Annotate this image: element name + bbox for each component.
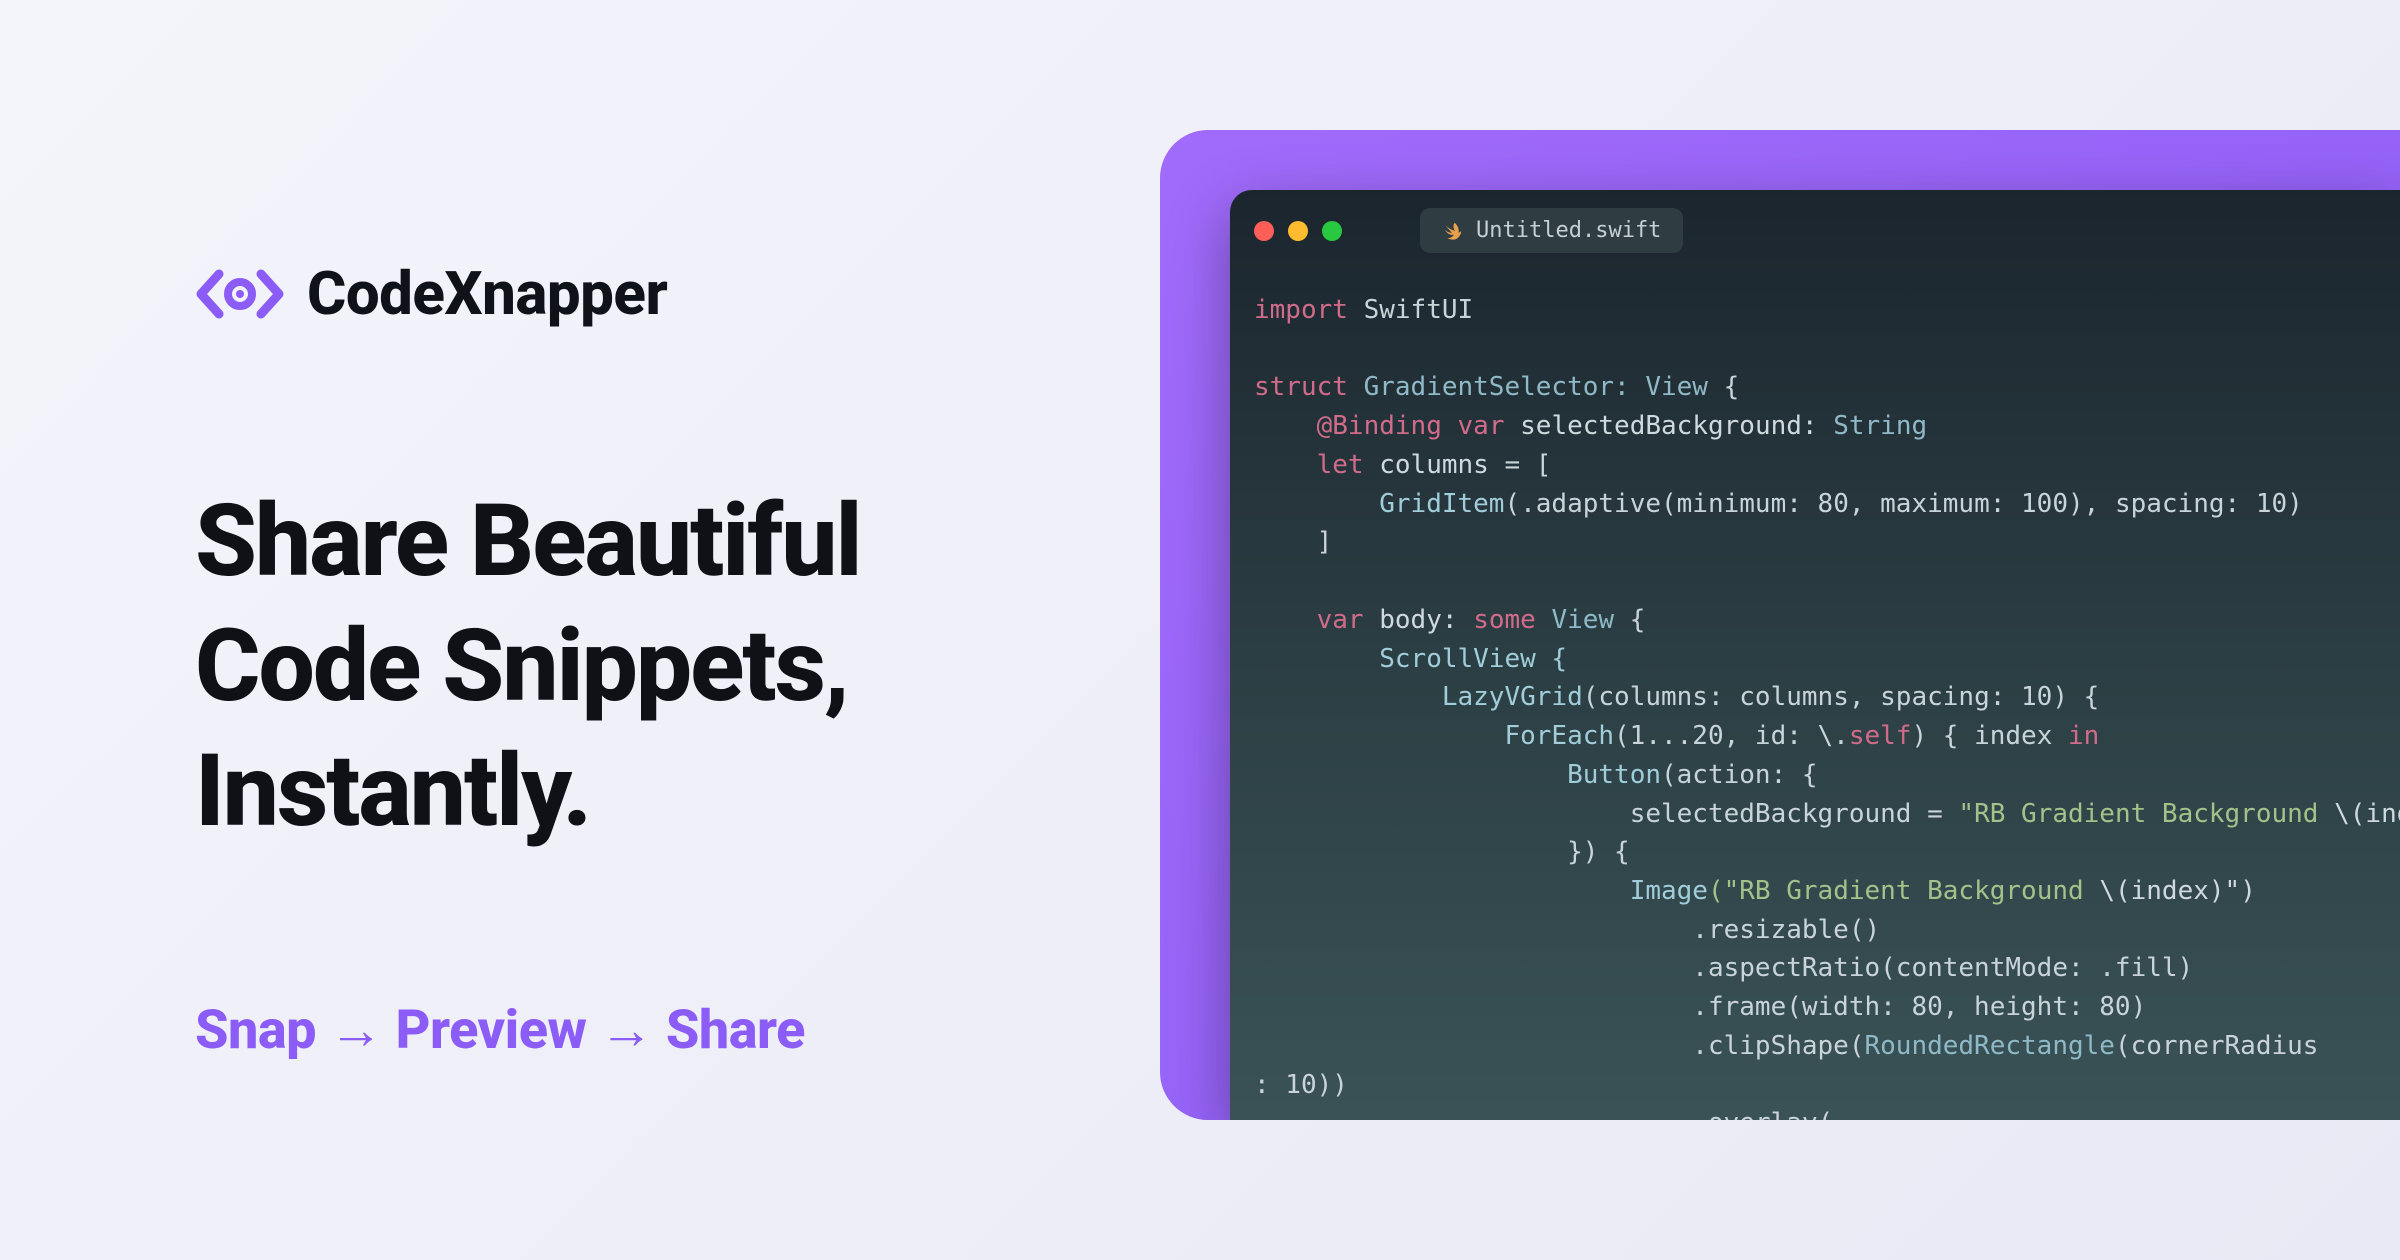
- traffic-lights: [1254, 221, 1342, 241]
- tagline: Snap → Preview → Share: [195, 999, 1115, 1062]
- logo-icon: [195, 264, 285, 324]
- maximize-icon[interactable]: [1322, 221, 1342, 241]
- logo-row: CodeXnapper: [195, 258, 1115, 329]
- swift-icon: [1442, 220, 1464, 242]
- close-icon[interactable]: [1254, 221, 1274, 241]
- arrow-icon: →: [599, 999, 653, 1062]
- titlebar: Untitled.swift: [1230, 190, 2400, 271]
- minimize-icon[interactable]: [1288, 221, 1308, 241]
- code-content: import SwiftUI struct GradientSelector: …: [1230, 271, 2400, 1120]
- code-snapshot-frame: Untitled.swift import SwiftUI struct Gra…: [1160, 130, 2400, 1120]
- headline: Share BeautifulCode Snippets,Instantly.: [195, 479, 1115, 854]
- arrow-icon: →: [329, 999, 383, 1062]
- editor-window: Untitled.swift import SwiftUI struct Gra…: [1230, 190, 2400, 1120]
- tagline-step-snap: Snap: [195, 999, 316, 1062]
- tagline-step-preview: Preview: [396, 999, 587, 1062]
- file-tab-label: Untitled.swift: [1476, 218, 1661, 243]
- file-tab[interactable]: Untitled.swift: [1420, 208, 1683, 253]
- brand-name: CodeXnapper: [307, 258, 667, 329]
- tagline-step-share: Share: [666, 999, 805, 1062]
